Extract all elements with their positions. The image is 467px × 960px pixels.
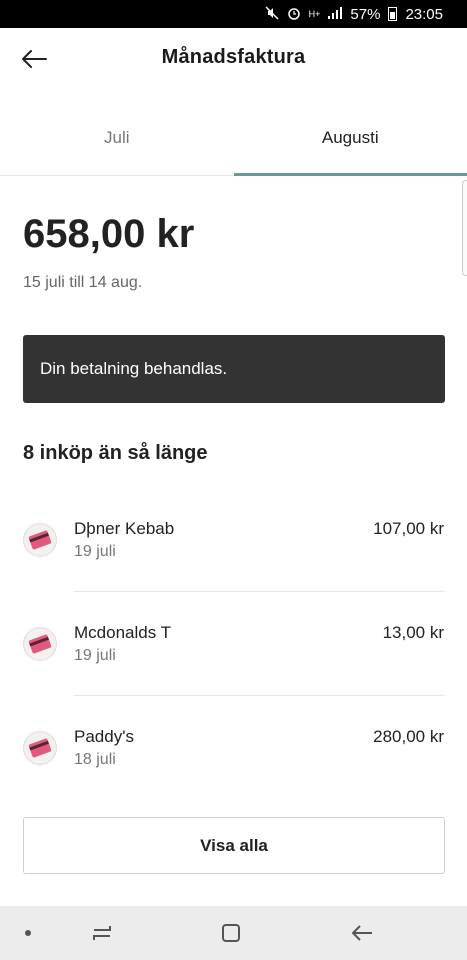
clock: 23:05 xyxy=(405,5,443,23)
purchase-date: 18 juli xyxy=(74,751,116,768)
purchase-amount: 280,00 kr xyxy=(373,727,444,746)
show-all-button[interactable]: Visa alla xyxy=(23,817,445,874)
merchant-name: Dþner Kebab xyxy=(74,519,175,538)
credit-card-icon xyxy=(23,627,57,661)
recent-apps-icon[interactable] xyxy=(82,906,122,960)
tab-augusti[interactable]: Augusti xyxy=(233,98,467,176)
battery-percent: 57% xyxy=(350,5,381,23)
credit-card-icon xyxy=(23,731,57,765)
purchase-item[interactable]: Mcdonalds T 19 juli 13,00 kr xyxy=(0,592,467,696)
purchase-list: Dþner Kebab 19 juli 107,00 kr Mcdonalds … xyxy=(0,488,467,800)
notice-text: Din betalning behandlas. xyxy=(40,359,228,378)
tab-juli[interactable]: Juli xyxy=(0,98,234,175)
merchant-name: Paddy's xyxy=(74,727,134,746)
page-title: Månadsfaktura xyxy=(161,46,306,68)
signal-icon xyxy=(328,6,343,22)
alarm-icon xyxy=(287,6,301,23)
home-icon[interactable] xyxy=(211,906,251,960)
purchase-amount: 107,00 kr xyxy=(373,519,444,538)
month-tabs: Juli Augusti xyxy=(0,98,467,176)
scroll-indicator xyxy=(462,180,467,276)
invoice-period: 15 juli till 14 aug. xyxy=(23,274,143,291)
back-nav-icon[interactable] xyxy=(342,906,382,960)
credit-card-icon xyxy=(23,523,57,557)
merchant-name: Mcdonalds T xyxy=(74,623,172,642)
dot-icon[interactable] xyxy=(14,906,42,960)
invoice-total: 658,00 kr xyxy=(23,212,195,256)
purchase-amount: 13,00 kr xyxy=(382,623,444,642)
battery-icon xyxy=(388,7,398,21)
purchase-item[interactable]: Paddy's 18 juli 280,00 kr xyxy=(0,696,467,800)
system-nav-bar xyxy=(0,906,467,960)
purchase-date: 19 juli xyxy=(74,543,116,560)
purchase-item[interactable]: Dþner Kebab 19 juli 107,00 kr xyxy=(0,488,467,592)
payment-status-notice: Din betalning behandlas. xyxy=(23,335,445,403)
app-header: Månadsfaktura xyxy=(0,28,467,94)
network-type-label: H+ xyxy=(308,9,321,19)
status-bar: H+ 57% 23:05 xyxy=(0,0,467,28)
mute-icon xyxy=(265,5,279,23)
purchase-date: 19 juli xyxy=(74,647,116,664)
purchases-heading: 8 inköp än så länge xyxy=(23,442,208,464)
